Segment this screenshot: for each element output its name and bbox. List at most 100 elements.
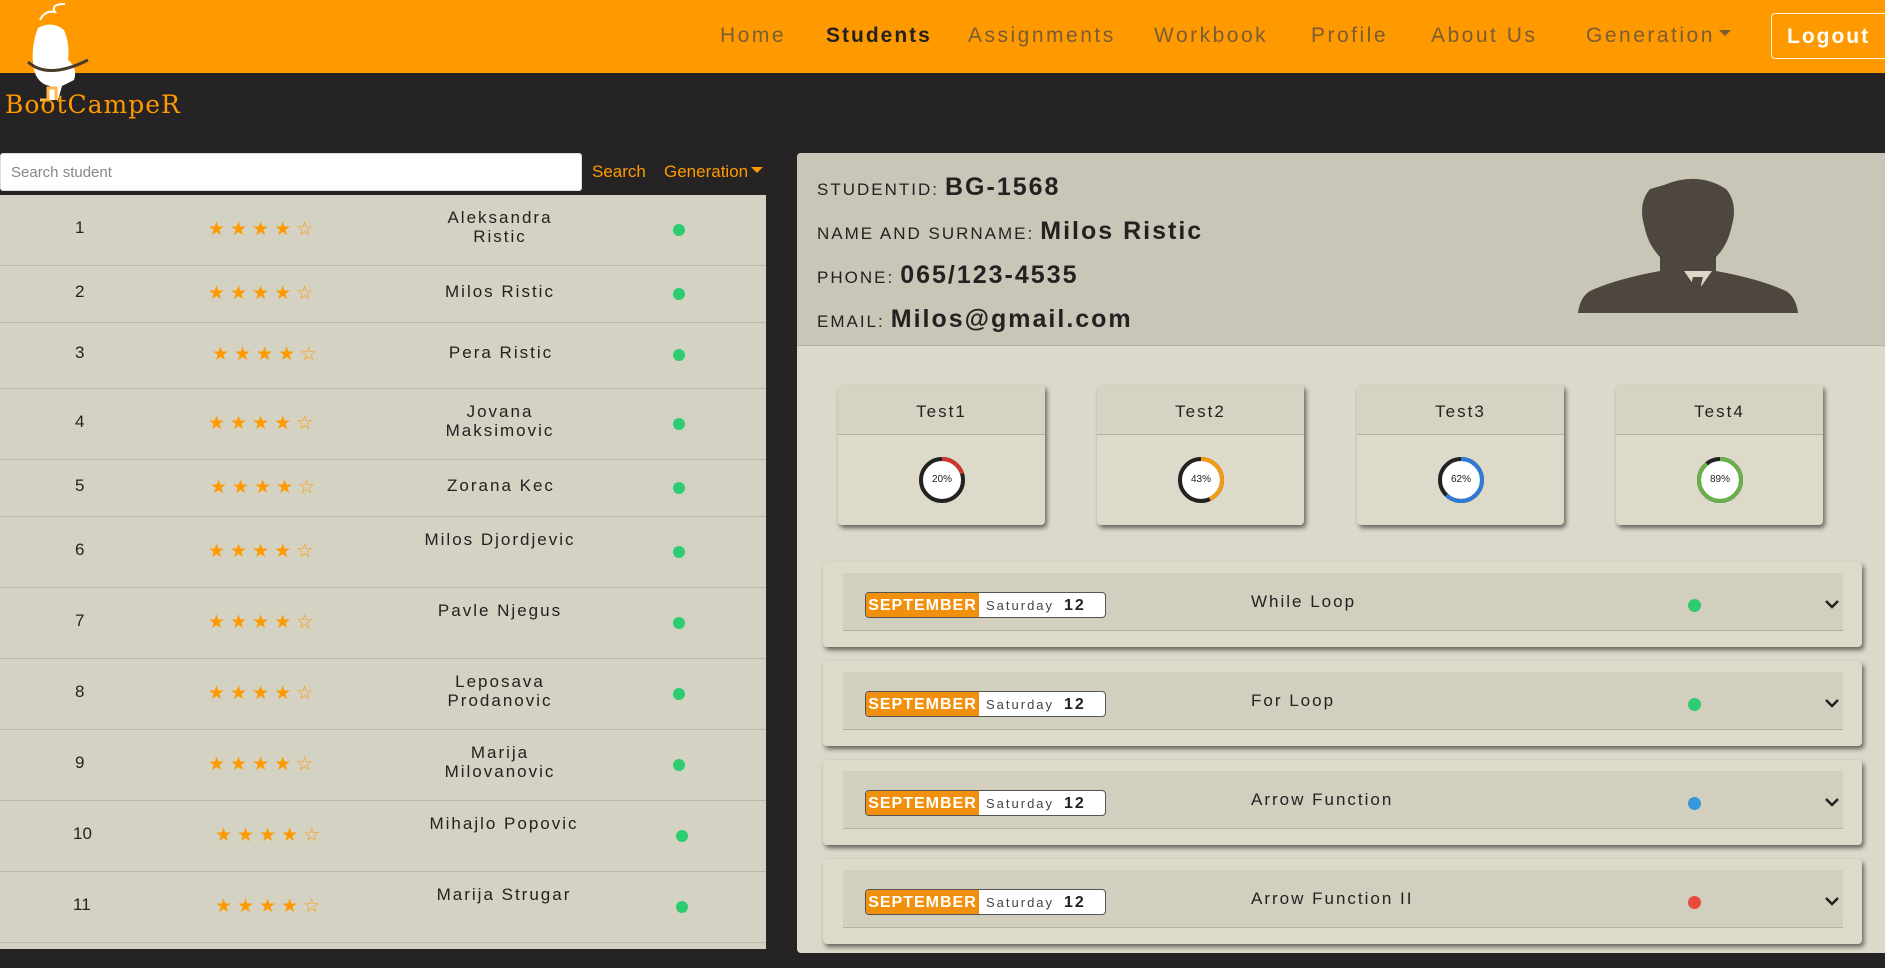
student-phone-label: PHONE: [817, 268, 895, 287]
assignment-date: 12 [1064, 597, 1086, 614]
student-row[interactable]: 2 ★★★★☆ Milos Ristic [0, 266, 766, 323]
student-name: Aleksandra Ristic [447, 208, 553, 246]
student-number: 1 [75, 218, 85, 237]
test-title: Test1 [838, 385, 1045, 435]
assignment-day: Saturday [986, 598, 1055, 613]
student-name-line: NAME AND SURNAME: Milos Ristic [817, 217, 1203, 246]
assignment-month: SEPTEMBER [866, 593, 979, 617]
top-navbar: Home Students Assignments Workbook Profi… [0, 0, 1885, 73]
assignment-item[interactable]: SEPTEMBER Saturday 12 Arrow Function II [823, 859, 1862, 944]
assignment-date-badge: SEPTEMBER Saturday 12 [865, 592, 1106, 618]
nav-workbook[interactable]: Workbook [1154, 24, 1268, 48]
nav-about-us[interactable]: About Us [1431, 24, 1537, 48]
student-number: 6 [75, 540, 85, 559]
student-id-line: STUDENTID: BG-1568 [817, 173, 1060, 202]
student-rating: ★★★★☆ [215, 896, 326, 917]
student-rating: ★★★★☆ [208, 413, 319, 434]
student-name: Jovana Maksimovic [445, 402, 555, 440]
assignment-item[interactable]: SEPTEMBER Saturday 12 While Loop [823, 562, 1862, 647]
student-row[interactable]: 5 ★★★★☆ Zorana Kec [0, 460, 766, 517]
student-email-value: Milos@gmail.com [890, 305, 1133, 333]
student-id-label: STUDENTID: [817, 180, 939, 199]
logo-text: BootCampeR [5, 90, 181, 119]
search-student-input[interactable] [0, 153, 582, 191]
status-dot [673, 546, 685, 558]
assignment-status-dot [1688, 797, 1701, 810]
student-name-label: NAME AND SURNAME: [817, 224, 1035, 243]
student-number: 2 [75, 282, 85, 301]
nav-assignments[interactable]: Assignments [968, 24, 1116, 48]
student-list: 1 ★★★★☆ Aleksandra Ristic 2 ★★★★☆ Milos … [0, 195, 766, 949]
nav-profile[interactable]: Profile [1311, 24, 1388, 48]
chevron-down-icon[interactable] [1823, 892, 1841, 910]
student-row[interactable]: 4 ★★★★☆ Jovana Maksimovic [0, 389, 766, 460]
assignment-month: SEPTEMBER [866, 791, 979, 815]
test-card[interactable]: Test3 62% [1357, 385, 1564, 525]
assignment-item[interactable]: SEPTEMBER Saturday 12 Arrow Function [823, 760, 1862, 845]
student-row[interactable]: 6 ★★★★☆ Milos Djordjevic [0, 517, 766, 588]
student-email-line: EMAIL: Milos@gmail.com [817, 305, 1133, 334]
assignment-title: Arrow Function II [1251, 889, 1414, 908]
student-rating: ★★★★☆ [212, 344, 323, 365]
student-rating: ★★★★☆ [210, 477, 321, 498]
test-title: Test3 [1357, 385, 1564, 435]
status-dot [673, 418, 685, 430]
assignment-day: Saturday [986, 697, 1055, 712]
generation-filter-label: Generation [664, 162, 749, 181]
student-row[interactable]: 9 ★★★★☆ Marija Milovanovic [0, 730, 766, 801]
nav-students[interactable]: Students [826, 24, 932, 48]
student-row[interactable]: 1 ★★★★☆ Aleksandra Ristic [0, 195, 766, 266]
logout-button[interactable]: Logout [1771, 13, 1885, 59]
test-card[interactable]: Test2 43% [1097, 385, 1304, 525]
student-row[interactable]: 7 ★★★★☆ Pavle Njegus [0, 588, 766, 659]
test-card[interactable]: Test4 89% [1616, 385, 1823, 525]
assignment-status-dot [1688, 599, 1701, 612]
assignment-date: 12 [1064, 795, 1086, 812]
test-percent: 89% [1709, 474, 1730, 485]
status-dot [673, 349, 685, 361]
student-name: Milos Ristic [445, 282, 555, 301]
status-dot [673, 288, 685, 300]
assignment-item[interactable]: SEPTEMBER Saturday 12 For Loop [823, 661, 1862, 746]
test-percent: 43% [1190, 474, 1211, 485]
student-number: 7 [75, 611, 85, 630]
student-number: 8 [75, 682, 85, 701]
student-row[interactable]: 3 ★★★★☆ Pera Ristic [0, 323, 766, 389]
student-number: 10 [73, 824, 92, 843]
student-name: Mihajlo Popovic [429, 814, 579, 833]
assignment-title: Arrow Function [1251, 790, 1394, 809]
student-row[interactable]: 11 ★★★★☆ Marija Strugar [0, 872, 766, 943]
student-row[interactable]: 8 ★★★★☆ Leposava Prodanovic [0, 659, 766, 730]
student-row[interactable]: 10 ★★★★☆ Mihajlo Popovic [0, 801, 766, 872]
student-number: 3 [75, 343, 85, 362]
nav-home[interactable]: Home [720, 24, 786, 48]
student-number: 11 [73, 895, 91, 914]
student-info-header: STUDENTID: BG-1568 NAME AND SURNAME: Milos… [797, 153, 1885, 346]
student-name: Pavle Njegus [437, 601, 563, 620]
nav-generation-dropdown[interactable]: Generation [1586, 24, 1731, 48]
student-phone-line: PHONE: 065/123-4535 [817, 261, 1079, 290]
student-number: 9 [75, 753, 85, 772]
assignment-day: Saturday [986, 796, 1055, 811]
test-card[interactable]: Test1 20% [838, 385, 1045, 525]
chevron-down-icon[interactable] [1823, 793, 1841, 811]
student-email-label: EMAIL: [817, 312, 885, 331]
generation-filter-dropdown[interactable]: Generation [664, 162, 764, 182]
student-rating: ★★★★☆ [208, 219, 319, 240]
chevron-down-icon[interactable] [1823, 595, 1841, 613]
student-name: Milos Djordjevic [424, 530, 576, 549]
search-button[interactable]: Search [592, 162, 646, 182]
assignment-status-dot [1688, 698, 1701, 711]
student-phone-value: 065/123-4535 [900, 261, 1079, 289]
assignment-title: While Loop [1251, 592, 1357, 611]
bootcamper-logo[interactable]: BootCampeR [0, 0, 180, 125]
student-number: 5 [75, 476, 85, 495]
status-dot [673, 617, 685, 629]
student-rating: ★★★★☆ [208, 612, 319, 633]
caret-down-icon [1718, 30, 1731, 37]
assignment-month: SEPTEMBER [866, 692, 979, 716]
student-name: Marija Strugar [436, 885, 572, 904]
chevron-down-icon[interactable] [1823, 694, 1841, 712]
test-percent: 62% [1450, 474, 1471, 485]
assignment-title: For Loop [1251, 691, 1336, 710]
